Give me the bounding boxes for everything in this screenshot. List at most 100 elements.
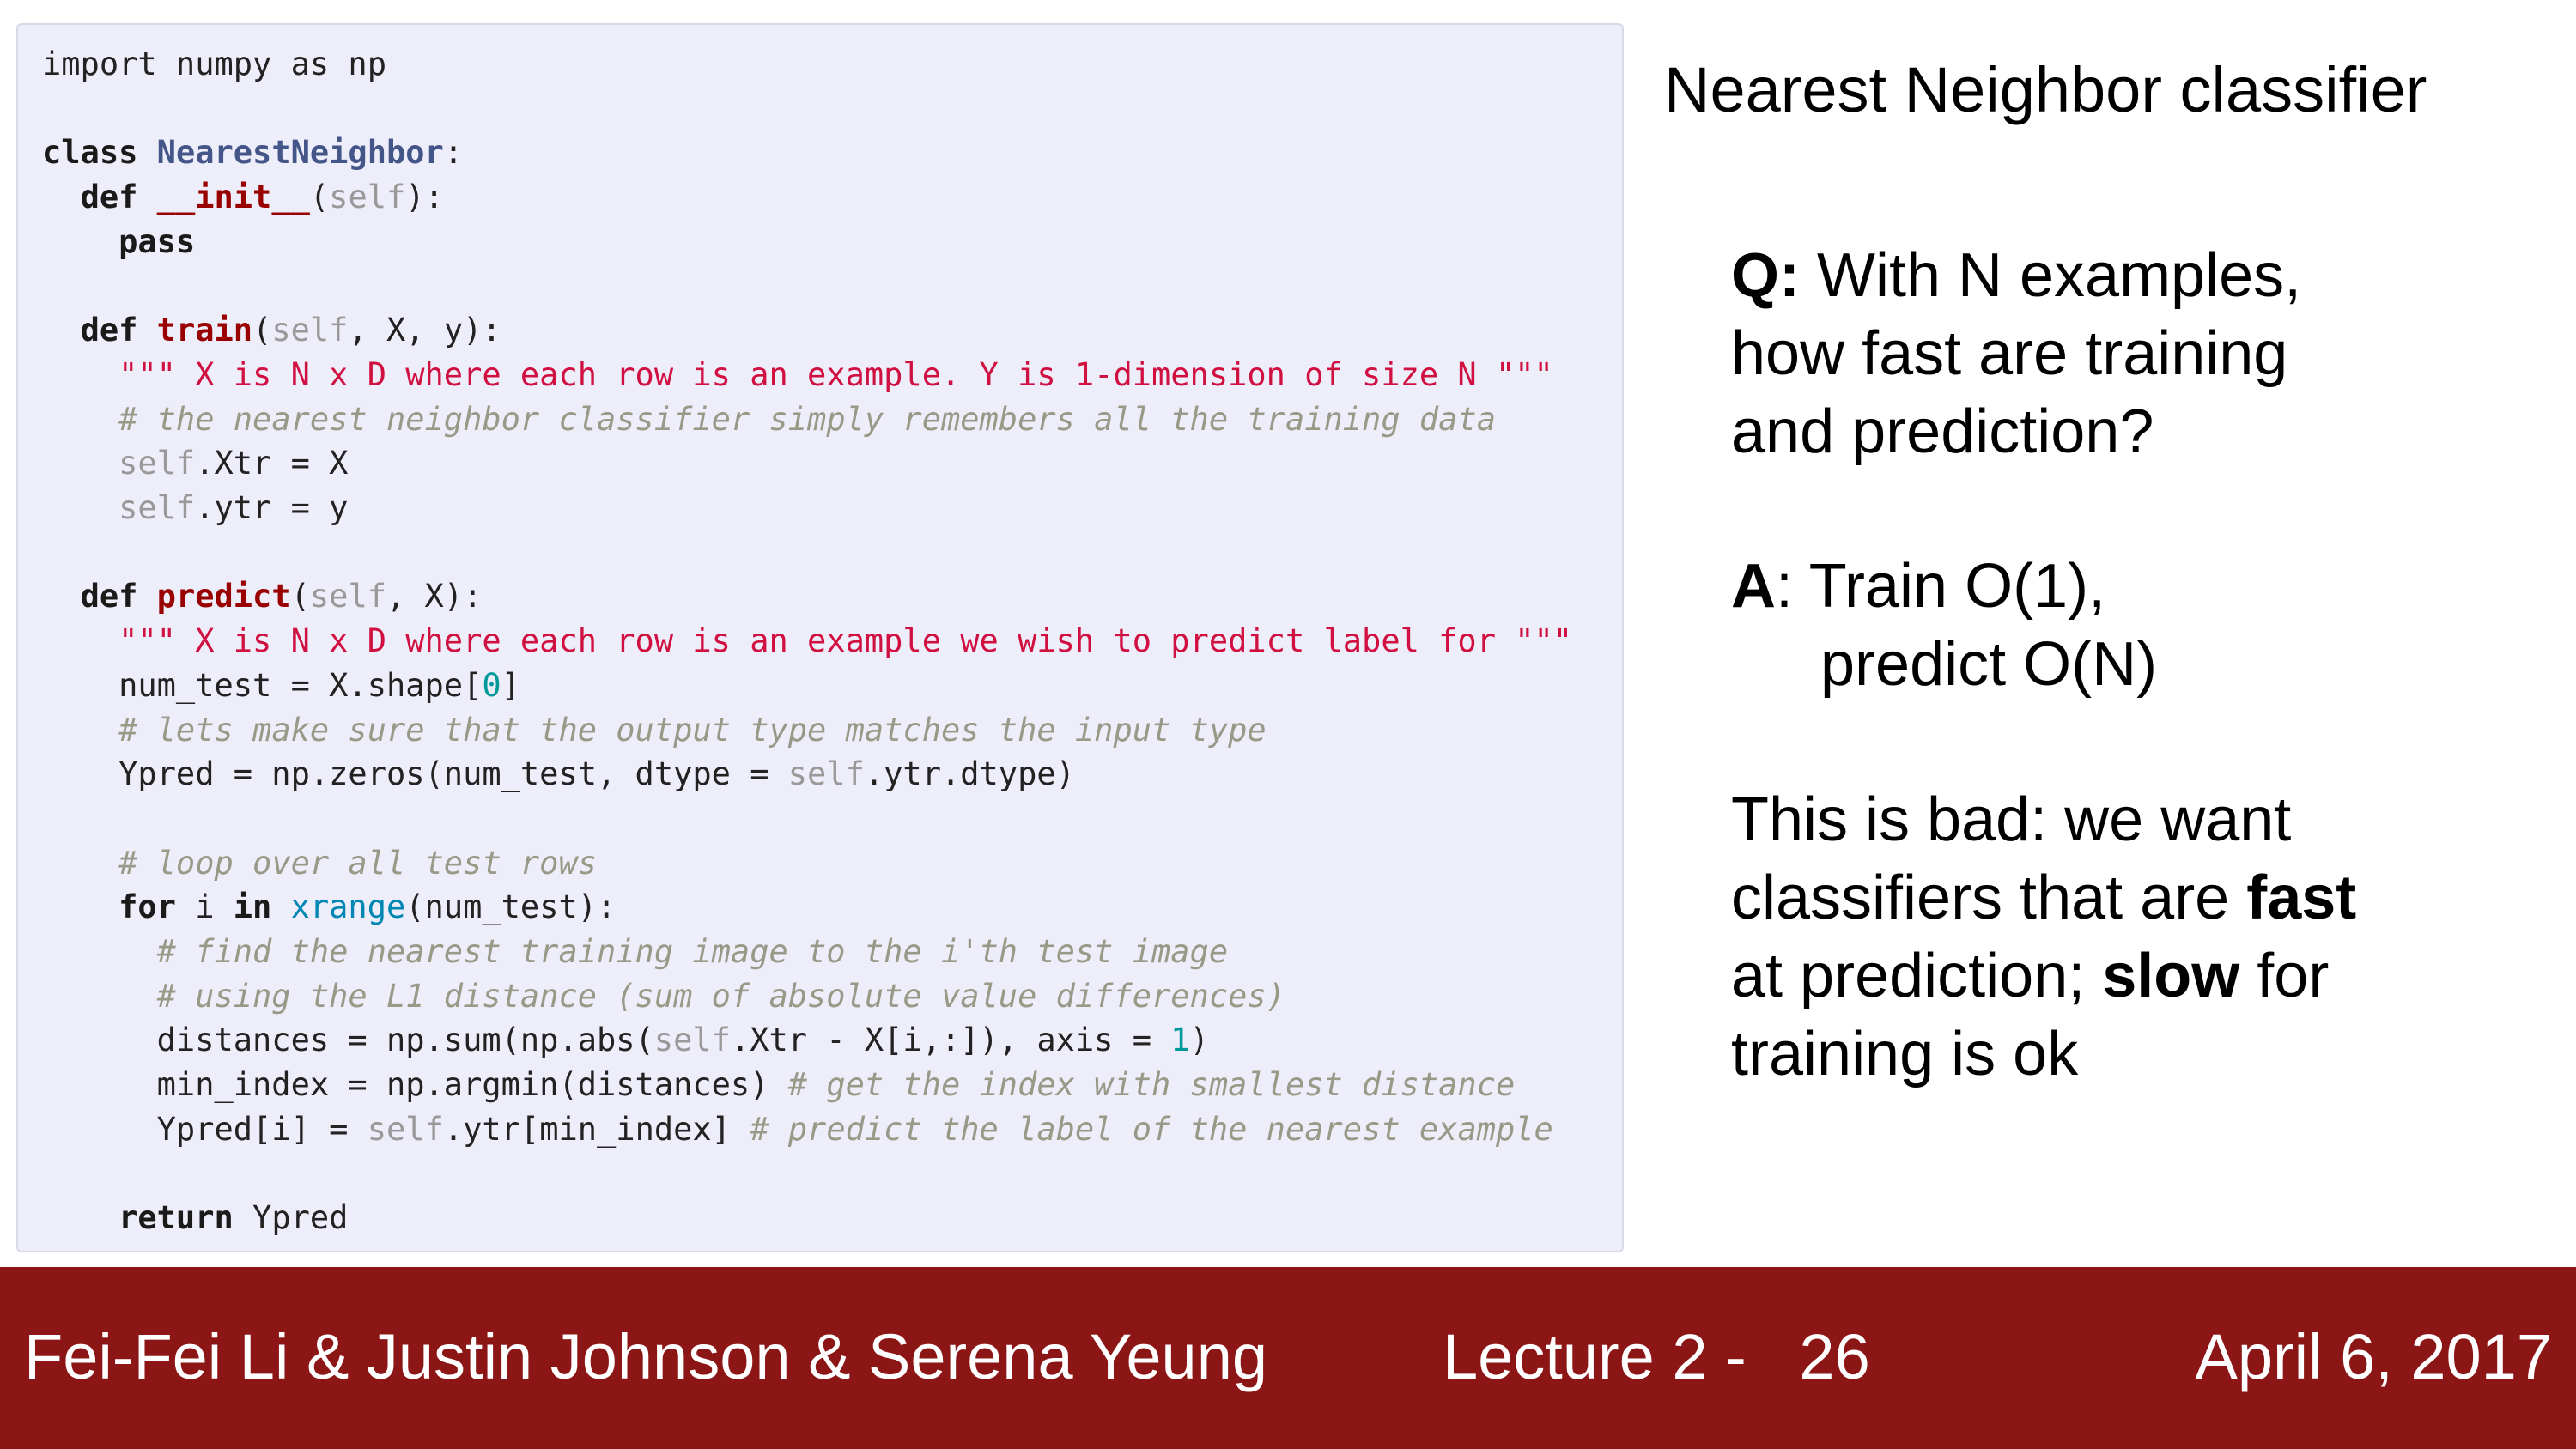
code-line: pass <box>42 220 1572 264</box>
code-token: ): <box>405 179 444 216</box>
conclusion-paragraph: This is bad: we want classifiers that ar… <box>1731 781 2356 1094</box>
answer-text-2: predict O(N) <box>1820 630 2158 699</box>
code-token: __init__ <box>156 179 310 216</box>
answer-line-2: predict O(N) <box>1731 626 2157 704</box>
code-token: (num_test): <box>405 888 617 926</box>
footer-lecture-number: Lecture 2 - 26 <box>1443 1321 1870 1392</box>
code-token: ( <box>290 578 310 615</box>
code-token: # using the L1 distance (sum of absolute… <box>156 977 1285 1015</box>
code-token: self <box>653 1022 731 1059</box>
code-token: pass <box>118 222 196 260</box>
question-line-3: and prediction? <box>1731 397 2154 466</box>
code-token: for <box>118 888 176 926</box>
code-line: # find the nearest training image to the… <box>42 930 1572 974</box>
code-token: ) <box>1189 1022 1209 1059</box>
code-token: self <box>367 1110 444 1148</box>
code-line: # loop over all test rows <box>42 841 1572 886</box>
code-token: , X): <box>386 578 483 615</box>
conclusion-line-3: at prediction; slow for <box>1731 937 2356 1016</box>
answer-line-1: A: Train O(1), <box>1731 548 2157 626</box>
code-token: class <box>42 134 138 172</box>
code-token: # the nearest neighbor classifier simply… <box>118 400 1496 438</box>
code-token: .ytr[min_index] <box>443 1110 750 1148</box>
code-token: self <box>787 755 865 793</box>
footer-authors: Fei-Fei Li & Justin Johnson & Serena Yeu… <box>24 1321 1268 1392</box>
code-token: self <box>271 312 349 349</box>
code-token: distances = np.sum(np.abs( <box>42 1022 654 1059</box>
code-panel: import numpy as np class NearestNeighbor… <box>16 23 1624 1252</box>
conclusion-line-1: This is bad: we want <box>1731 785 2292 854</box>
conclusion-line-4: training is ok <box>1731 1020 2079 1088</box>
code-line: class NearestNeighbor: <box>42 130 1572 175</box>
footer-bar: Fei-Fei Li & Justin Johnson & Serena Yeu… <box>0 1267 2576 1449</box>
code-line: """ X is N x D where each row is an exam… <box>42 353 1572 397</box>
code-token: i <box>175 888 234 926</box>
code-token: self <box>118 489 196 527</box>
code-token: .ytr.dtype) <box>864 755 1075 793</box>
code-token: train <box>156 312 253 349</box>
conclusion-text-3a: at prediction; <box>1731 942 2103 1010</box>
code-token: ( <box>252 312 272 349</box>
code-line: def __init__(self): <box>42 175 1572 220</box>
conclusion-text-2: classifiers that are <box>1731 864 2247 932</box>
code-token: , X, y): <box>348 312 501 349</box>
code-token: def <box>80 179 138 216</box>
code-token: : <box>443 134 464 172</box>
code-token: def <box>80 578 138 615</box>
code-token: Ypred <box>233 1199 349 1237</box>
slide-title: Nearest Neighbor classifier <box>1664 54 2427 125</box>
code-token: NearestNeighbor <box>156 134 444 172</box>
code-token: # lets make sure that the output type ma… <box>118 711 1267 749</box>
code-token: .ytr = y <box>195 489 349 527</box>
question-line-2: how fast are training <box>1731 319 2288 388</box>
question-paragraph: Q: With N examples, how fast are trainin… <box>1731 237 2301 471</box>
answer-text-1: : Train O(1), <box>1776 552 2106 621</box>
code-token: 1 <box>1170 1022 1190 1059</box>
code-line: return Ypred <box>42 1196 1572 1240</box>
code-token: xrange <box>290 888 406 926</box>
code-line: min_index = np.argmin(distances) # get t… <box>42 1063 1572 1107</box>
code-line: # the nearest neighbor classifier simply… <box>42 397 1572 442</box>
code-line: num_test = X.shape[0] <box>42 664 1572 708</box>
slow-emphasis: slow <box>2102 942 2240 1010</box>
code-token: 0 <box>482 666 501 704</box>
code-token: import numpy as np <box>42 45 386 82</box>
code-token: self <box>329 179 406 216</box>
code-line: Ypred[i] = self.ytr[min_index] # predict… <box>42 1107 1572 1152</box>
code-line: """ X is N x D where each row is an exam… <box>42 619 1572 664</box>
code-line: Ypred = np.zeros(num_test, dtype = self.… <box>42 752 1572 797</box>
conclusion-text-3b: for <box>2239 942 2330 1010</box>
code-line: # using the L1 distance (sum of absolute… <box>42 974 1572 1019</box>
code-token: return <box>118 1199 234 1237</box>
question-text-1: With N examples, <box>1799 241 2302 310</box>
code-token: # loop over all test rows <box>118 844 598 882</box>
question-label: Q: <box>1731 241 1800 310</box>
fast-emphasis: fast <box>2246 864 2357 932</box>
code-token: .Xtr - X[i,:]), axis = <box>730 1022 1171 1059</box>
answer-paragraph: A: Train O(1), predict O(N) <box>1731 548 2157 704</box>
code-block: import numpy as np class NearestNeighbor… <box>42 42 1572 1240</box>
code-token: self <box>309 578 386 615</box>
code-token: """ X is N x D where each row is an exam… <box>118 355 1553 393</box>
code-token: # find the nearest training image to the… <box>156 933 1229 971</box>
code-line: import numpy as np <box>42 42 1572 87</box>
